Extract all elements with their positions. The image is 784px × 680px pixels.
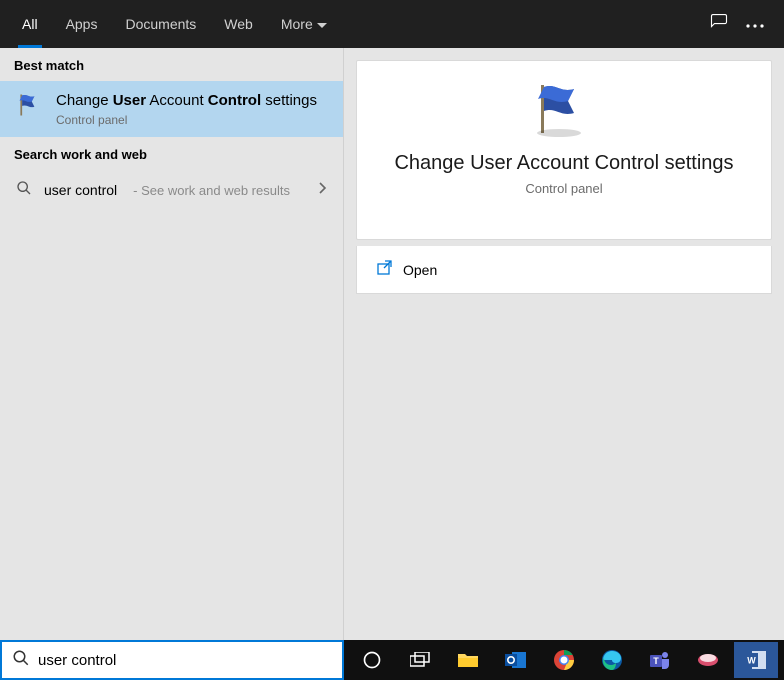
open-label: Open <box>403 262 437 278</box>
search-input[interactable] <box>38 652 332 669</box>
filter-tabs: All Apps Documents Web More <box>8 0 341 48</box>
top-right-actions <box>710 13 776 36</box>
results-panel: Best match Change User Account Control s… <box>0 48 344 640</box>
svg-text:T: T <box>653 656 659 666</box>
teams-icon[interactable]: T <box>638 642 682 678</box>
tab-web[interactable]: Web <box>210 0 267 48</box>
chrome-icon[interactable] <box>542 642 586 678</box>
flag-icon-large <box>357 79 771 144</box>
tab-apps[interactable]: Apps <box>52 0 112 48</box>
feedback-icon[interactable] <box>710 13 728 36</box>
search-icon <box>12 649 30 672</box>
result-text-block: Change User Account Control settings Con… <box>56 91 317 127</box>
tab-all-label: All <box>22 16 38 32</box>
detail-card: Change User Account Control settings Con… <box>356 60 772 240</box>
search-icon <box>16 180 32 201</box>
open-icon <box>377 260 393 279</box>
tab-more[interactable]: More <box>267 0 341 48</box>
outlook-icon[interactable] <box>494 642 538 678</box>
web-result[interactable]: user control - See work and web results <box>0 170 343 211</box>
chevron-down-icon <box>317 16 327 32</box>
tab-documents-label: Documents <box>125 16 196 32</box>
best-match-header: Best match <box>0 48 343 81</box>
tab-web-label: Web <box>224 16 253 32</box>
chevron-right-icon <box>319 181 327 199</box>
tab-apps-label: Apps <box>66 16 98 32</box>
tab-all[interactable]: All <box>8 0 52 48</box>
task-view-icon[interactable] <box>398 642 442 678</box>
edge-icon[interactable] <box>590 642 634 678</box>
snip-icon[interactable] <box>686 642 730 678</box>
tab-documents[interactable]: Documents <box>111 0 210 48</box>
detail-title: Change User Account Control settings <box>357 152 771 175</box>
bottom-bar: T W <box>0 640 784 680</box>
more-options-icon[interactable] <box>746 15 764 33</box>
detail-panel: Change User Account Control settings Con… <box>344 48 784 640</box>
search-box[interactable] <box>0 640 344 680</box>
cortana-icon[interactable] <box>350 642 394 678</box>
filter-tab-bar: All Apps Documents Web More <box>0 0 784 48</box>
word-icon[interactable]: W <box>734 642 778 678</box>
detail-subtitle: Control panel <box>357 181 771 196</box>
flag-icon <box>16 91 44 124</box>
result-subtitle: Control panel <box>56 113 317 127</box>
best-match-result[interactable]: Change User Account Control settings Con… <box>0 81 343 137</box>
work-web-header: Search work and web <box>0 137 343 170</box>
file-explorer-icon[interactable] <box>446 642 490 678</box>
result-title: Change User Account Control settings <box>56 91 317 111</box>
web-result-hint: - See work and web results <box>133 183 290 198</box>
open-action[interactable]: Open <box>356 246 772 294</box>
tab-more-label: More <box>281 16 313 32</box>
svg-text:W: W <box>747 656 756 666</box>
web-result-query: user control <box>44 182 117 198</box>
taskbar: T W <box>344 640 784 680</box>
